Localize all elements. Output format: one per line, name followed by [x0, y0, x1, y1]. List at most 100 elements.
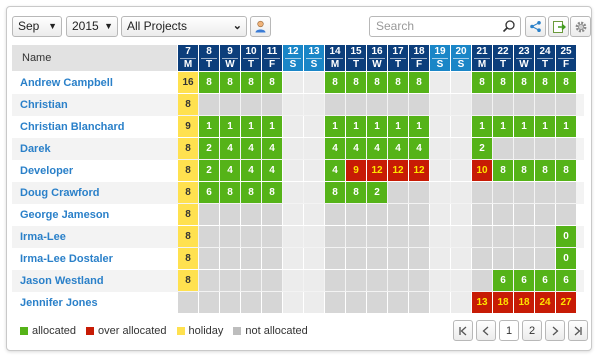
allocation-cell[interactable]: 8 — [220, 72, 240, 93]
allocation-cell[interactable]: 0 — [556, 226, 576, 247]
allocation-cell[interactable] — [346, 292, 366, 313]
allocation-cell[interactable] — [535, 94, 555, 115]
allocation-cell[interactable] — [199, 94, 219, 115]
allocation-cell[interactable] — [409, 94, 429, 115]
allocation-cell[interactable]: 13 — [472, 292, 492, 313]
search-icon[interactable] — [502, 19, 516, 33]
allocation-cell[interactable]: 9 — [346, 160, 366, 181]
allocation-cell[interactable] — [535, 182, 555, 203]
allocation-cell[interactable]: 8 — [178, 182, 198, 203]
allocation-cell[interactable] — [325, 204, 345, 225]
resource-name-link[interactable]: Andrew Campbell — [20, 72, 113, 94]
resource-name-link[interactable]: Jennifer Jones — [20, 292, 98, 314]
resource-name-link[interactable]: Developer — [20, 160, 73, 182]
allocation-cell[interactable] — [430, 72, 450, 93]
allocation-cell[interactable] — [241, 226, 261, 247]
allocation-cell[interactable] — [304, 204, 324, 225]
allocation-cell[interactable]: 8 — [367, 72, 387, 93]
allocation-cell[interactable] — [388, 204, 408, 225]
allocation-cell[interactable]: 8 — [178, 248, 198, 269]
allocation-cell[interactable]: 8 — [535, 160, 555, 181]
allocation-cell[interactable] — [514, 182, 534, 203]
allocation-cell[interactable] — [451, 138, 471, 159]
allocation-cell[interactable]: 1 — [220, 116, 240, 137]
allocation-cell[interactable] — [346, 226, 366, 247]
allocation-cell[interactable] — [346, 248, 366, 269]
allocation-cell[interactable]: 12 — [388, 160, 408, 181]
allocation-cell[interactable] — [388, 292, 408, 313]
allocation-cell[interactable] — [556, 94, 576, 115]
allocation-cell[interactable] — [262, 270, 282, 291]
allocation-cell[interactable]: 4 — [325, 138, 345, 159]
allocation-cell[interactable] — [514, 94, 534, 115]
allocation-cell[interactable] — [283, 248, 303, 269]
allocation-cell[interactable]: 4 — [262, 138, 282, 159]
allocation-cell[interactable] — [367, 226, 387, 247]
allocation-cell[interactable] — [430, 204, 450, 225]
allocation-cell[interactable] — [304, 72, 324, 93]
allocation-cell[interactable]: 1 — [514, 116, 534, 137]
allocation-cell[interactable]: 1 — [472, 116, 492, 137]
allocation-cell[interactable] — [304, 116, 324, 137]
allocation-cell[interactable]: 12 — [409, 160, 429, 181]
allocation-cell[interactable] — [220, 270, 240, 291]
allocation-cell[interactable]: 8 — [514, 160, 534, 181]
allocation-cell[interactable]: 1 — [241, 116, 261, 137]
allocation-cell[interactable] — [283, 226, 303, 247]
allocation-cell[interactable] — [451, 292, 471, 313]
allocation-cell[interactable] — [346, 204, 366, 225]
allocation-cell[interactable] — [493, 204, 513, 225]
allocation-cell[interactable] — [493, 94, 513, 115]
allocation-cell[interactable] — [409, 248, 429, 269]
allocation-cell[interactable] — [325, 270, 345, 291]
allocation-cell[interactable] — [388, 270, 408, 291]
allocation-cell[interactable] — [262, 292, 282, 313]
allocation-cell[interactable]: 16 — [178, 72, 198, 93]
allocation-cell[interactable] — [304, 182, 324, 203]
allocation-cell[interactable]: 9 — [178, 116, 198, 137]
allocation-cell[interactable] — [514, 204, 534, 225]
allocation-cell[interactable]: 4 — [409, 138, 429, 159]
allocation-cell[interactable]: 18 — [493, 292, 513, 313]
last-page-button[interactable] — [568, 320, 588, 341]
allocation-cell[interactable] — [388, 182, 408, 203]
resource-name-link[interactable]: Darek — [20, 138, 51, 160]
allocation-cell[interactable]: 8 — [493, 160, 513, 181]
allocation-cell[interactable] — [367, 270, 387, 291]
allocation-cell[interactable]: 4 — [367, 138, 387, 159]
allocation-cell[interactable] — [199, 226, 219, 247]
page-button-2[interactable]: 2 — [522, 320, 542, 341]
allocation-cell[interactable]: 18 — [514, 292, 534, 313]
allocation-cell[interactable] — [514, 226, 534, 247]
allocation-cell[interactable] — [535, 204, 555, 225]
allocation-cell[interactable]: 1 — [367, 116, 387, 137]
first-page-button[interactable] — [453, 320, 473, 341]
allocation-cell[interactable] — [325, 94, 345, 115]
allocation-cell[interactable] — [283, 116, 303, 137]
allocation-cell[interactable]: 1 — [388, 116, 408, 137]
resource-name-link[interactable]: Doug Crawford — [20, 182, 99, 204]
allocation-cell[interactable]: 8 — [556, 160, 576, 181]
allocation-cell[interactable] — [451, 248, 471, 269]
share-button[interactable] — [525, 16, 546, 37]
allocation-cell[interactable] — [430, 182, 450, 203]
allocation-cell[interactable] — [283, 292, 303, 313]
allocation-cell[interactable]: 1 — [199, 116, 219, 137]
allocation-cell[interactable]: 8 — [199, 72, 219, 93]
allocation-cell[interactable] — [409, 226, 429, 247]
allocation-cell[interactable] — [304, 94, 324, 115]
year-select[interactable]: 2015 ▼ — [66, 16, 118, 37]
allocation-cell[interactable] — [430, 292, 450, 313]
allocation-cell[interactable] — [451, 270, 471, 291]
allocation-cell[interactable] — [367, 248, 387, 269]
allocation-cell[interactable] — [220, 204, 240, 225]
allocation-cell[interactable] — [472, 94, 492, 115]
allocation-cell[interactable]: 1 — [535, 116, 555, 137]
allocation-cell[interactable] — [430, 138, 450, 159]
allocation-cell[interactable]: 8 — [262, 72, 282, 93]
allocation-cell[interactable]: 8 — [472, 72, 492, 93]
allocation-cell[interactable] — [304, 226, 324, 247]
allocation-cell[interactable]: 8 — [409, 72, 429, 93]
page-button-1[interactable]: 1 — [499, 320, 519, 341]
allocation-cell[interactable]: 8 — [178, 160, 198, 181]
